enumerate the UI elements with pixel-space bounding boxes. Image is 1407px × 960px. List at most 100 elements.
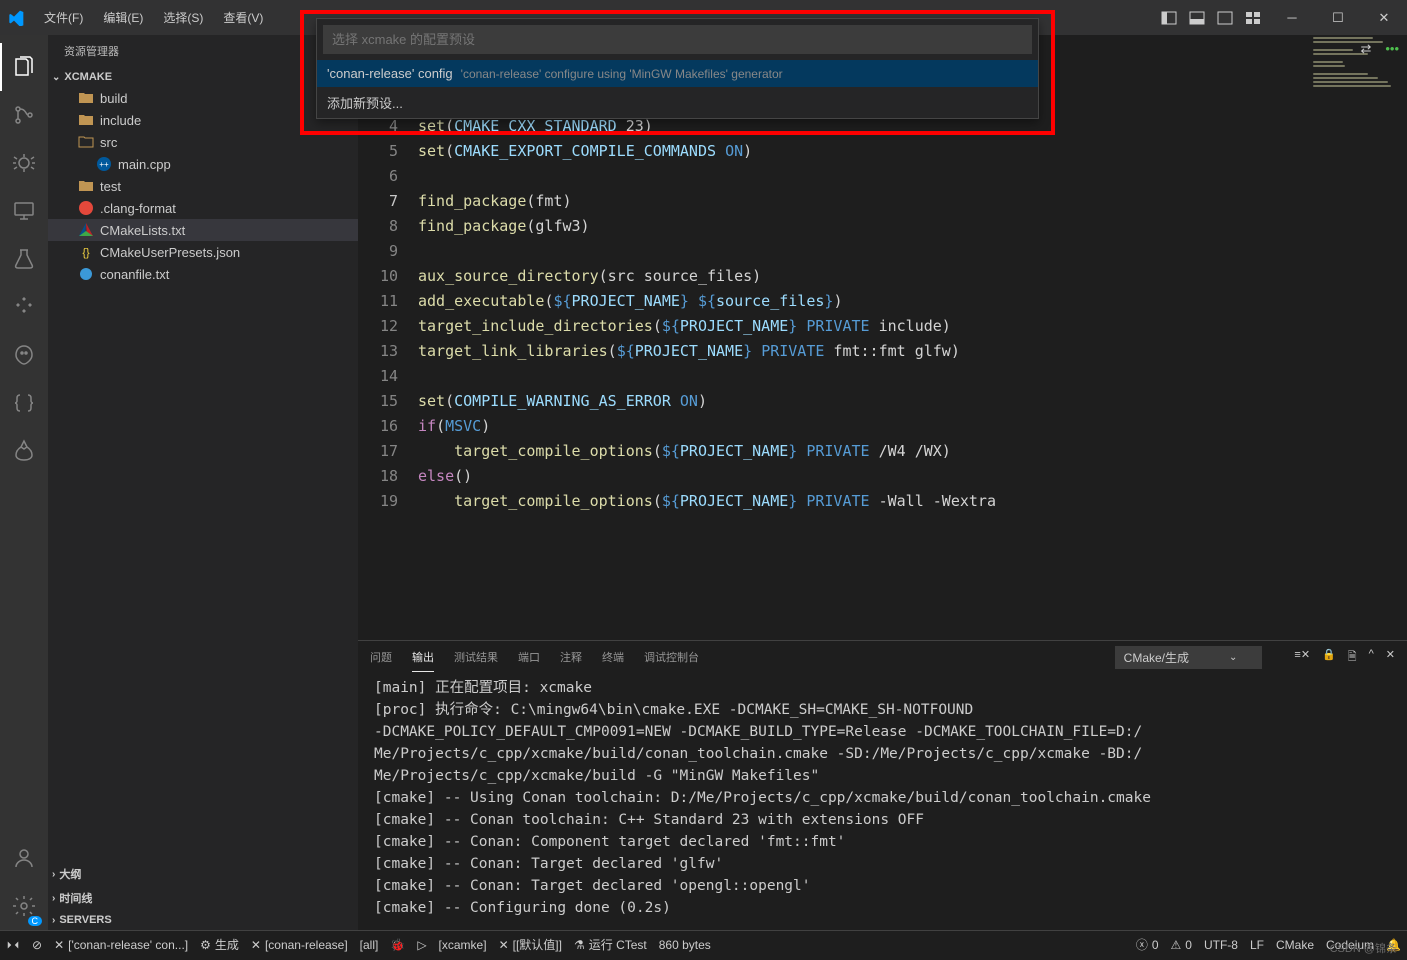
sb-build[interactable]: ⚙ 生成 [200, 936, 239, 953]
sb-config[interactable]: ✕ ['conan-release' con...] [54, 938, 188, 952]
debug-icon[interactable] [0, 139, 48, 187]
menu-view[interactable]: 查看(V) [213, 0, 273, 35]
output-panel: 问题 输出 测试结果 端口 注释 终端 调试控制台 CMake/生成⌄ ≡✕ 🔒… [358, 640, 1407, 930]
sb-kit[interactable]: ✕ [conan-release] [251, 938, 348, 952]
sb-default[interactable]: ✕ [[默认值]] [499, 936, 562, 953]
sb-encoding[interactable]: UTF-8 [1204, 938, 1238, 952]
output-channel-select[interactable]: CMake/生成⌄ [1115, 646, 1263, 669]
sb-target[interactable]: [xcamke] [439, 938, 487, 952]
codeium-icon[interactable] [0, 331, 48, 379]
more-icon[interactable]: ••• [1385, 41, 1399, 57]
outline-label: 大纲 [59, 866, 81, 882]
conan-icon [78, 266, 94, 282]
sb-debug-play[interactable]: 🐞 [390, 938, 405, 952]
qp-item-desc: 'conan-release' configure using 'MinGW M… [461, 67, 783, 81]
tab-output[interactable]: 输出 [412, 643, 434, 672]
lock-icon[interactable]: 🔒 [1322, 648, 1336, 667]
folder-open-icon [78, 134, 94, 150]
tree-item-conanfile-txt[interactable]: conanfile.txt [48, 263, 358, 285]
layout-left-icon[interactable] [1157, 6, 1181, 30]
menu-edit[interactable]: 编辑(E) [93, 0, 153, 35]
sb-eol[interactable]: LF [1250, 938, 1264, 952]
tab-testresults[interactable]: 测试结果 [454, 643, 498, 671]
sb-ctest[interactable]: ⚗ 运行 CTest [574, 936, 647, 953]
quickpick-highlight: 'conan-release' config 'conan-release' c… [300, 10, 1055, 135]
tree-item-label: build [100, 91, 127, 106]
sb-lang[interactable]: CMake [1276, 938, 1314, 952]
clear-output-icon[interactable]: ≡✕ [1294, 648, 1310, 667]
tree-item-test[interactable]: test [48, 175, 358, 197]
scm-icon[interactable] [0, 91, 48, 139]
timeline-label: 时间线 [59, 890, 92, 906]
tree-item-CMakeUserPresets-json[interactable]: {} CMakeUserPresets.json [48, 241, 358, 263]
sb-all[interactable]: [all] [360, 938, 379, 952]
testing-icon[interactable] [0, 235, 48, 283]
tab-port[interactable]: 端口 [518, 643, 540, 671]
sidebar: 资源管理器 ⌄XCMAKE buildincludesrc++main.cppt… [48, 35, 358, 930]
tab-terminal[interactable]: 终端 [602, 643, 624, 671]
sb-play[interactable]: ▷ [417, 938, 426, 952]
qp-item-label: 添加新预设... [327, 93, 403, 112]
folder-icon [78, 90, 94, 106]
minimap[interactable] [1307, 35, 1407, 235]
activitybar: C [0, 35, 48, 930]
sb-bytes[interactable]: 860 bytes [659, 938, 711, 952]
output-channel-label: CMake/生成 [1124, 649, 1189, 666]
quickpick: 'conan-release' config 'conan-release' c… [316, 18, 1039, 119]
vscode-logo-icon [8, 10, 24, 26]
svg-text:{}: {} [82, 247, 90, 259]
close-panel-icon[interactable]: ✕ [1386, 648, 1395, 667]
output-body[interactable]: [main] 正在配置项目: xcmake [proc] 执行命令: C:\mi… [358, 673, 1407, 930]
servers-section[interactable]: ›SERVERS [48, 910, 358, 930]
editor-area: ⇄ ••• 1cmake_minimum_required(VERSION 3.… [358, 35, 1407, 930]
tree-item--clang-format[interactable]: .clang-format [48, 197, 358, 219]
tree-item-label: CMakeLists.txt [100, 223, 185, 238]
maximize-panel-icon[interactable]: ^ [1369, 648, 1374, 667]
quickpick-input[interactable] [323, 25, 1032, 54]
compare-icon[interactable]: ⇄ [1360, 41, 1371, 57]
account-icon[interactable] [0, 834, 48, 882]
settings-gear-icon[interactable]: C [0, 882, 48, 930]
folder-icon [78, 112, 94, 128]
cpp-icon: ++ [96, 156, 112, 172]
tab-debug[interactable]: 调试控制台 [644, 643, 699, 671]
quickpick-item-conan-release[interactable]: 'conan-release' config 'conan-release' c… [317, 60, 1038, 87]
tree-item-main-cpp[interactable]: ++main.cpp [48, 153, 358, 175]
tree-item-CMakeLists-txt[interactable]: CMakeLists.txt [48, 219, 358, 241]
tree-item-label: .clang-format [100, 201, 176, 216]
tab-problems[interactable]: 问题 [370, 643, 392, 671]
sb-warnings[interactable]: ⚠ 0 [1171, 938, 1192, 952]
project-label: XCMAKE [64, 71, 112, 83]
tab-comments[interactable]: 注释 [560, 643, 582, 671]
close-button[interactable]: ✕ [1361, 0, 1407, 35]
sb-warning-circle[interactable]: ⊘ [32, 938, 42, 952]
open-file-icon[interactable]: 🗎 [1348, 648, 1357, 667]
watermark: CSDN @锦条 [1330, 940, 1397, 956]
layout-right-icon[interactable] [1213, 6, 1237, 30]
menu-file[interactable]: 文件(F) [34, 0, 93, 35]
quickpick-item-add-preset[interactable]: 添加新预设... [317, 87, 1038, 118]
qp-item-label: 'conan-release' config [327, 66, 453, 81]
extensions-icon[interactable] [0, 283, 48, 331]
sb-errors[interactable]: ⓧ 0 [1136, 936, 1159, 953]
servers-label: SERVERS [59, 914, 111, 926]
minimize-button[interactable]: ─ [1269, 0, 1315, 35]
tree-item-label: src [100, 135, 117, 150]
braces-icon[interactable] [0, 379, 48, 427]
statusbar: ⊘ ✕ ['conan-release' con...] ⚙ 生成 ✕ [con… [0, 930, 1407, 958]
layout-bottom-icon[interactable] [1185, 6, 1209, 30]
svg-text:++: ++ [99, 160, 109, 169]
tree-item-label: include [100, 113, 141, 128]
sb-remote[interactable] [6, 938, 20, 952]
clang-icon [78, 200, 94, 216]
json-icon: {} [78, 244, 94, 260]
outline-section[interactable]: ›大纲 [48, 862, 358, 886]
explorer-icon[interactable] [0, 43, 48, 91]
layout-grid-icon[interactable] [1241, 6, 1265, 30]
menu-select[interactable]: 选择(S) [153, 0, 213, 35]
maximize-button[interactable]: ☐ [1315, 0, 1361, 35]
remote-icon[interactable] [0, 187, 48, 235]
finder-icon[interactable] [0, 427, 48, 475]
timeline-section[interactable]: ›时间线 [48, 886, 358, 910]
tree-item-label: CMakeUserPresets.json [100, 245, 240, 260]
